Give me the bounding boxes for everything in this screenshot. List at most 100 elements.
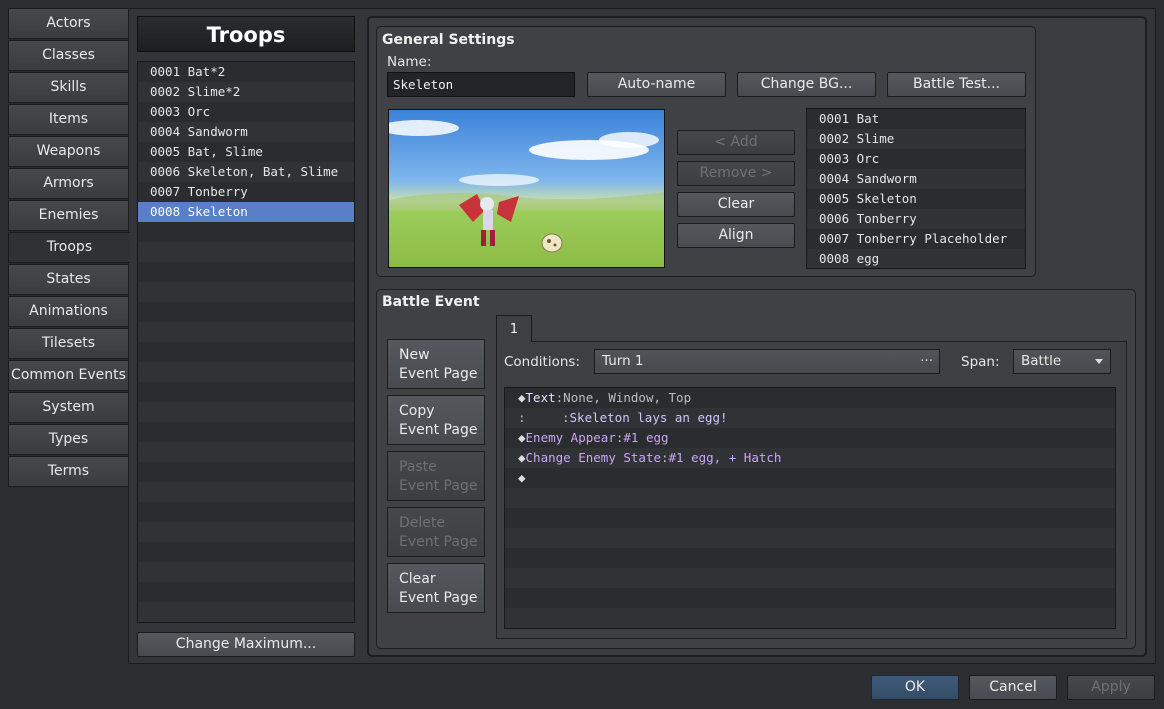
tab-types[interactable]: Types — [8, 424, 129, 455]
empty-row — [138, 302, 354, 322]
diamond-icon: ◆ — [518, 390, 526, 405]
empty-row — [505, 628, 1115, 629]
empty-row — [138, 402, 354, 422]
tab-states[interactable]: States — [8, 264, 129, 295]
empty-row — [138, 342, 354, 362]
command-args: Skeleton lays an egg! — [569, 410, 728, 425]
troop-list-item[interactable]: 0004 Sandworm — [138, 122, 354, 142]
tab-terms[interactable]: Terms — [8, 456, 129, 487]
event-page-tab-1[interactable]: 1 — [496, 315, 532, 342]
tab-enemies[interactable]: Enemies — [8, 200, 129, 231]
empty-row — [505, 528, 1115, 548]
command-continuation: : — [518, 410, 526, 425]
empty-row — [138, 602, 354, 622]
tab-troops[interactable]: Troops — [8, 232, 130, 263]
battle-test-button[interactable]: Battle Test... — [887, 72, 1026, 97]
cancel-button[interactable]: Cancel — [969, 675, 1057, 700]
clear-event-page-button[interactable]: Clear Event Page — [387, 563, 485, 613]
enemy-list-item[interactable]: 0003 Orc — [807, 149, 1025, 169]
troop-list-item[interactable]: 0005 Bat, Slime — [138, 142, 354, 162]
empty-row — [138, 542, 354, 562]
empty-row — [505, 488, 1115, 508]
battle-scene-image — [389, 120, 664, 253]
name-input[interactable]: Skeleton — [387, 72, 575, 97]
copy-event-page-label-2: Event Page — [399, 422, 478, 438]
copy-event-page-button[interactable]: Copy Event Page — [387, 395, 485, 445]
conditions-field[interactable]: Turn 1 ··· — [594, 349, 940, 374]
span-label: Span: — [961, 354, 1000, 370]
empty-row — [138, 462, 354, 482]
enemy-list-item[interactable]: 0004 Sandworm — [807, 169, 1025, 189]
auto-name-button[interactable]: Auto-name — [587, 72, 726, 97]
command-args: None, Window, Top — [563, 390, 692, 405]
tab-animations[interactable]: Animations — [8, 296, 129, 327]
conditions-ellipsis-icon[interactable]: ··· — [920, 350, 933, 373]
tab-weapons[interactable]: Weapons — [8, 136, 129, 167]
chevron-down-icon — [1095, 359, 1103, 364]
tab-skills[interactable]: Skills — [8, 72, 129, 103]
paste-event-page-label-2: Event Page — [399, 478, 478, 494]
add-enemy-button[interactable]: < Add — [677, 130, 795, 155]
troop-list-item[interactable]: 0002 Slime*2 — [138, 82, 354, 102]
new-event-page-label-1: New — [399, 347, 430, 363]
empty-row — [138, 242, 354, 262]
empty-row — [138, 562, 354, 582]
align-enemies-button[interactable]: Align — [677, 223, 795, 248]
empty-row — [505, 508, 1115, 528]
egg-sprite — [541, 233, 563, 253]
troop-list-item[interactable]: 0006 Skeleton, Bat, Slime — [138, 162, 354, 182]
paste-event-page-button[interactable]: Paste Event Page — [387, 451, 485, 501]
troop-list-item[interactable]: 0007 Tonberry — [138, 182, 354, 202]
clear-event-page-label-1: Clear — [399, 571, 436, 587]
enemy-list[interactable]: 0001 Bat 0002 Slime 0003 Orc 0004 Sandwo… — [806, 108, 1026, 269]
command-row[interactable]: ◆Text:None, Window, Top — [505, 388, 1115, 408]
enemy-list-item[interactable]: 0007 Tonberry Placeholder — [807, 229, 1025, 249]
command-row[interactable]: ◆ — [505, 468, 1115, 488]
empty-row — [138, 262, 354, 282]
tab-actors[interactable]: Actors — [8, 8, 129, 39]
clear-enemies-button[interactable]: Clear — [677, 192, 795, 217]
enemy-list-item[interactable]: 0001 Bat — [807, 109, 1025, 129]
delete-event-page-label-1: Delete — [399, 515, 445, 531]
span-select[interactable]: Battle — [1013, 349, 1111, 374]
ok-button[interactable]: OK — [871, 675, 959, 700]
empty-row — [138, 382, 354, 402]
tab-system[interactable]: System — [8, 392, 129, 423]
command-row[interactable]: ◆Enemy Appear:#1 egg — [505, 428, 1115, 448]
enemy-list-item[interactable]: 0008 egg — [807, 249, 1025, 268]
event-command-list[interactable]: ◆Text:None, Window, Top ::Skeleton lays … — [504, 387, 1116, 629]
empty-row — [138, 422, 354, 442]
empty-row — [138, 622, 354, 623]
enemy-list-item[interactable]: 0002 Slime — [807, 129, 1025, 149]
apply-button[interactable]: Apply — [1067, 675, 1155, 700]
tab-common-events[interactable]: Common Events — [8, 360, 129, 391]
change-bg-button[interactable]: Change BG... — [737, 72, 876, 97]
remove-enemy-button[interactable]: Remove > — [677, 161, 795, 186]
battle-background-preview[interactable] — [388, 109, 665, 268]
new-event-page-button[interactable]: New Event Page — [387, 339, 485, 389]
troop-list-item-selected[interactable]: 0008 Skeleton — [138, 202, 354, 222]
command-row[interactable]: ◆Change Enemy State:#1 egg, + Hatch — [505, 448, 1115, 468]
change-maximum-button[interactable]: Change Maximum... — [137, 632, 355, 657]
paste-event-page-label-1: Paste — [399, 459, 437, 475]
command-name: Change Enemy State — [525, 450, 661, 465]
enemy-list-item[interactable]: 0005 Skeleton — [807, 189, 1025, 209]
conditions-value: Turn 1 — [602, 353, 644, 369]
command-args: #1 egg — [623, 430, 669, 445]
copy-event-page-label-1: Copy — [399, 403, 435, 419]
troop-list-item[interactable]: 0003 Orc — [138, 102, 354, 122]
empty-row — [138, 322, 354, 342]
troops-list[interactable]: 0001 Bat*2 0002 Slime*2 0003 Orc 0004 Sa… — [137, 61, 355, 623]
troop-list-item[interactable]: 0001 Bat*2 — [138, 62, 354, 82]
delete-event-page-button[interactable]: Delete Event Page — [387, 507, 485, 557]
new-event-page-label-2: Event Page — [399, 366, 478, 382]
tab-armors[interactable]: Armors — [8, 168, 129, 199]
enemy-list-item[interactable]: 0006 Tonberry — [807, 209, 1025, 229]
tab-items[interactable]: Items — [8, 104, 129, 135]
command-row[interactable]: ::Skeleton lays an egg! — [505, 408, 1115, 428]
tab-classes[interactable]: Classes — [8, 40, 129, 71]
clear-event-page-label-2: Event Page — [399, 590, 478, 606]
tab-tilesets[interactable]: Tilesets — [8, 328, 129, 359]
span-value: Battle — [1021, 353, 1062, 369]
diamond-icon: ◆ — [518, 450, 526, 465]
